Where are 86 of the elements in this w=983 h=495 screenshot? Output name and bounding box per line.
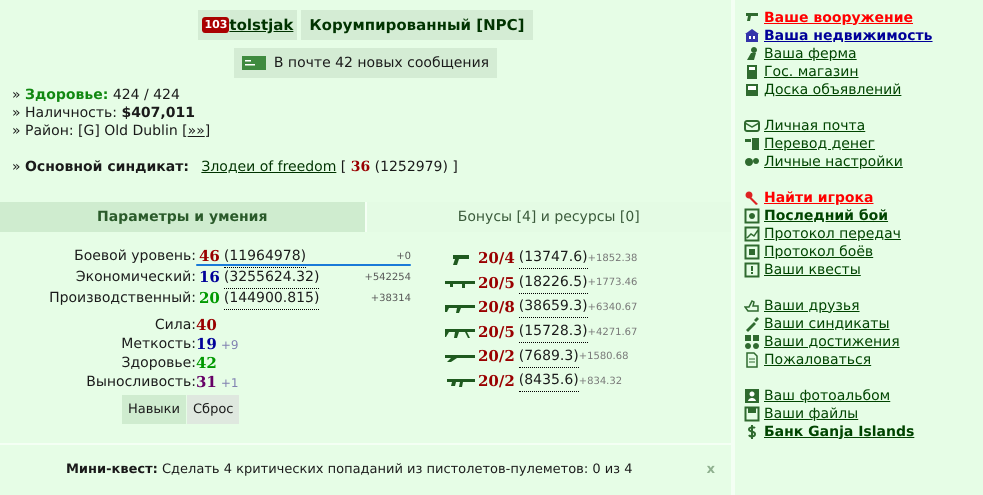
skill-label: Производственный: bbox=[48, 289, 196, 308]
syndicate-line: » Основной синдикат: Злодеи of freedom [ 36 (1252979) ] bbox=[12, 158, 459, 176]
menu-link[interactable]: Пожаловаться bbox=[764, 350, 872, 370]
attribute-label: Выносливость: bbox=[85, 373, 196, 392]
dagger-icon bbox=[744, 316, 760, 332]
skill-delta: +542254 bbox=[363, 271, 411, 285]
tab[interactable]: Параметры и умения bbox=[0, 202, 364, 232]
key-icon bbox=[744, 190, 760, 206]
attribute-value: 42 bbox=[196, 353, 217, 374]
document-icon bbox=[744, 352, 760, 368]
menu-link[interactable]: Ваши друзья bbox=[764, 296, 860, 316]
weapon-level: 20/2 bbox=[478, 346, 515, 368]
attribute-bonus: +1 bbox=[220, 374, 239, 392]
district-link[interactable]: »» bbox=[188, 123, 205, 139]
weapon-points: (7689.3) bbox=[518, 346, 579, 368]
attribute-label: Сила: bbox=[154, 316, 196, 335]
weapon-points: (38659.3) bbox=[518, 296, 588, 318]
menu-link[interactable]: Последний бой bbox=[764, 206, 888, 226]
menu-link[interactable]: Ваша недвижимость bbox=[764, 26, 933, 46]
player-name-link[interactable]: tolstjak bbox=[229, 14, 294, 36]
menu-link[interactable]: Ваша ферма bbox=[764, 44, 857, 64]
weapon-delta: +1852.38 bbox=[588, 252, 638, 266]
weapon-delta: +6340.67 bbox=[588, 300, 638, 315]
weapon-level: 20/8 bbox=[478, 297, 515, 318]
weapon-level: 20/5 bbox=[478, 322, 515, 343]
weapon-delta: +834.32 bbox=[578, 374, 622, 389]
skill-delta: +0 bbox=[395, 250, 411, 264]
chart-icon bbox=[744, 226, 760, 242]
menu-link[interactable]: Найти игрока bbox=[764, 188, 874, 208]
skill-value: 46 bbox=[199, 246, 220, 268]
mail-notice[interactable]: В почте 42 новых сообщения bbox=[234, 48, 498, 78]
menu-link[interactable]: Протокол боёв bbox=[764, 242, 874, 262]
menu-link[interactable]: Банк Ganja Islands bbox=[764, 422, 914, 442]
stat-line: » Здоровье: 424 / 424 bbox=[12, 86, 181, 104]
skill-points: (144900.815) bbox=[224, 288, 320, 310]
attribute-bonus: +9 bbox=[220, 336, 239, 354]
attribute-value: 31 bbox=[196, 372, 217, 394]
weapon-level: 20/5 bbox=[478, 272, 515, 294]
menu-link[interactable]: Ваше вооружение bbox=[764, 8, 914, 28]
attribute-value: 40 bbox=[196, 315, 217, 336]
menu-link[interactable]: Ваши квесты bbox=[764, 260, 861, 280]
quest-text: Мини-квест: Сделать 4 критических попаданий из пистолетов-пулеметов: 0 из 4 bbox=[66, 461, 634, 480]
envelope-icon bbox=[242, 56, 266, 70]
envelope-icon bbox=[744, 118, 760, 134]
weapon-delta: +1580.68 bbox=[578, 350, 628, 364]
menu-link[interactable]: Протокол передач bbox=[764, 224, 901, 244]
weapon-points: (18226.5) bbox=[518, 272, 588, 294]
menu-link[interactable]: Ваши файлы bbox=[764, 404, 858, 424]
skill-value: 16 bbox=[199, 267, 220, 288]
board-icon bbox=[744, 82, 760, 98]
exclamation-icon bbox=[744, 262, 760, 278]
weapon-level: 20/2 bbox=[478, 371, 515, 392]
weapon-points: (15728.3) bbox=[518, 321, 588, 344]
menu-link[interactable]: Личные настройки bbox=[764, 152, 903, 172]
attribute-label: Меткость: bbox=[120, 335, 196, 354]
weapon-level: 20/4 bbox=[478, 248, 515, 270]
menu-link[interactable]: Гос. магазин bbox=[764, 62, 858, 82]
action-button[interactable]: Навыки bbox=[122, 395, 186, 424]
menu-link[interactable]: Ваши достижения bbox=[764, 332, 900, 352]
syndicate-link[interactable]: Злодеи of freedom bbox=[201, 159, 336, 175]
menu-link[interactable]: Личная почта bbox=[764, 116, 866, 136]
level-badge: 103 bbox=[202, 17, 230, 33]
skill-points: (3255624.32) bbox=[224, 266, 320, 288]
menu-link[interactable]: Перевод денег bbox=[764, 134, 876, 154]
player-title: Корумпированный [NPC] bbox=[301, 10, 533, 40]
skill-label: Экономический: bbox=[74, 268, 196, 287]
medal-icon bbox=[744, 334, 760, 350]
building-icon bbox=[744, 28, 760, 44]
attribute-label: Здоровье: bbox=[120, 354, 196, 373]
menu-link[interactable]: Доска объявлений bbox=[764, 80, 902, 100]
menu-link[interactable]: Ваши синдикаты bbox=[764, 314, 890, 334]
attribute-value: 19 bbox=[196, 334, 217, 356]
calculator-icon bbox=[744, 64, 760, 80]
hand-icon bbox=[744, 298, 760, 314]
stat-line: » Район: [G] Old Dublin [»»] bbox=[12, 122, 212, 140]
weapon-delta: +4271.67 bbox=[588, 326, 638, 340]
skill-label: Боевой уровень: bbox=[73, 247, 196, 266]
portrait-icon bbox=[744, 388, 760, 404]
skill-delta: +38314 bbox=[370, 292, 411, 306]
weapon-points: (13747.6) bbox=[518, 247, 588, 270]
action-button[interactable]: Сброс bbox=[186, 395, 240, 424]
menu-link[interactable]: Ваш фотоальбом bbox=[764, 386, 890, 406]
weapon-delta: +1773.46 bbox=[588, 276, 638, 290]
stat-line: » Наличность: $407,011 bbox=[12, 104, 196, 122]
skill-value: 20 bbox=[199, 288, 220, 310]
weapon-points: (8435.6) bbox=[518, 370, 579, 392]
